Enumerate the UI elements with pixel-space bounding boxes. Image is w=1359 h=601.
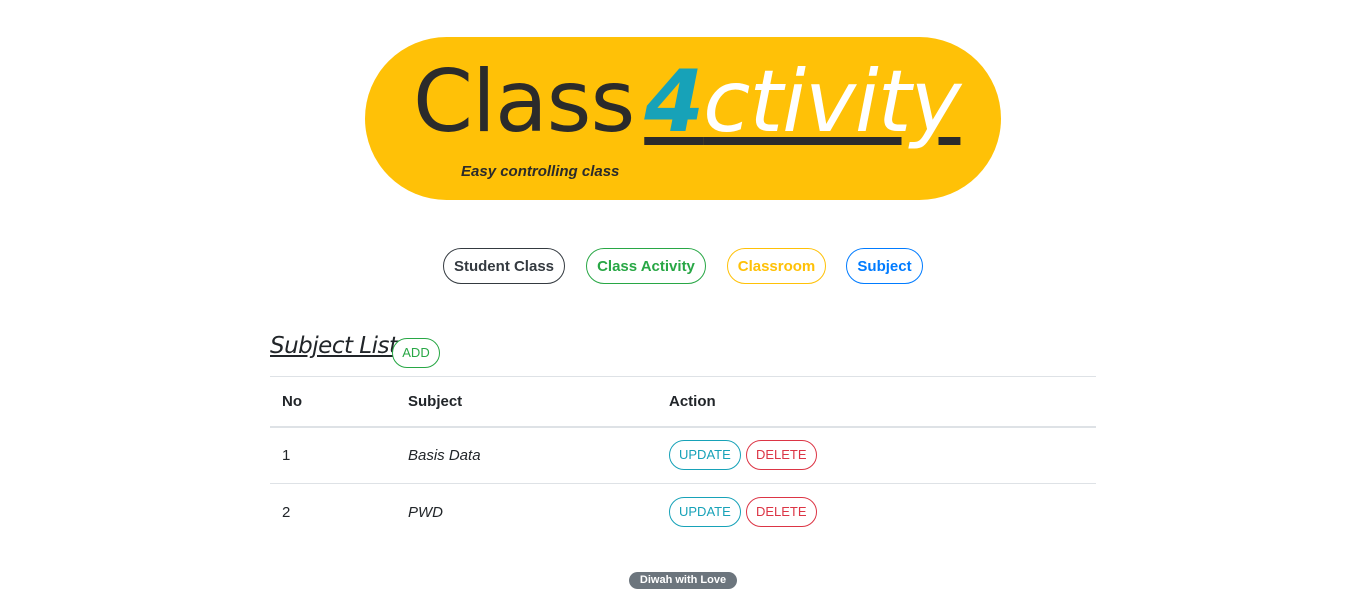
delete-button[interactable]: DELETE <box>745 497 817 528</box>
row-subject: PWD <box>408 503 443 521</box>
main-nav: Student Class Class Activity Classroom S… <box>0 248 1359 286</box>
subject-table: No Subject Action 1 Basis Data UPDATE DE… <box>270 376 1096 541</box>
column-header-no: No <box>282 392 302 410</box>
page: Class 4ctivity Easy controlling class Stu… <box>0 0 1359 601</box>
column-header-action: Action <box>669 392 716 410</box>
logo-tagline: Easy controlling class <box>461 163 620 180</box>
logo-title: Class 4ctivity <box>413 47 961 157</box>
section-title: Subject List <box>270 333 398 359</box>
logo-word-class: Class <box>413 52 635 152</box>
add-subject-button[interactable]: ADD <box>392 338 440 368</box>
row-actions: UPDATE DELETE <box>657 484 1096 541</box>
update-button[interactable]: UPDATE <box>669 440 741 471</box>
logo-word-activity: 4ctivity <box>644 52 961 152</box>
table-header-row: No Subject Action <box>270 376 1096 427</box>
nav-subject-button[interactable]: Subject <box>846 248 923 284</box>
row-subject: Basis Data <box>408 446 481 464</box>
nav-student-class-button[interactable]: Student Class <box>443 248 565 284</box>
table-row: 2 PWD UPDATE DELETE <box>270 484 1096 541</box>
nav-classroom-button[interactable]: Classroom <box>727 248 826 284</box>
row-no: 1 <box>282 446 291 464</box>
logo-activity-first-char: 4 <box>644 52 704 152</box>
row-no: 2 <box>282 503 291 521</box>
nav-class-activity-button[interactable]: Class Activity <box>586 248 706 284</box>
footer-badge: Diwah with Love <box>629 572 737 589</box>
logo-banner: Class 4ctivity Easy controlling class <box>365 37 1001 200</box>
row-actions: UPDATE DELETE <box>657 427 1096 484</box>
table-row: 1 Basis Data UPDATE DELETE <box>270 427 1096 484</box>
logo-activity-rest: ctivity <box>703 52 961 152</box>
delete-button[interactable]: DELETE <box>745 440 817 471</box>
update-button[interactable]: UPDATE <box>669 497 741 528</box>
column-header-subject: Subject <box>408 392 463 410</box>
